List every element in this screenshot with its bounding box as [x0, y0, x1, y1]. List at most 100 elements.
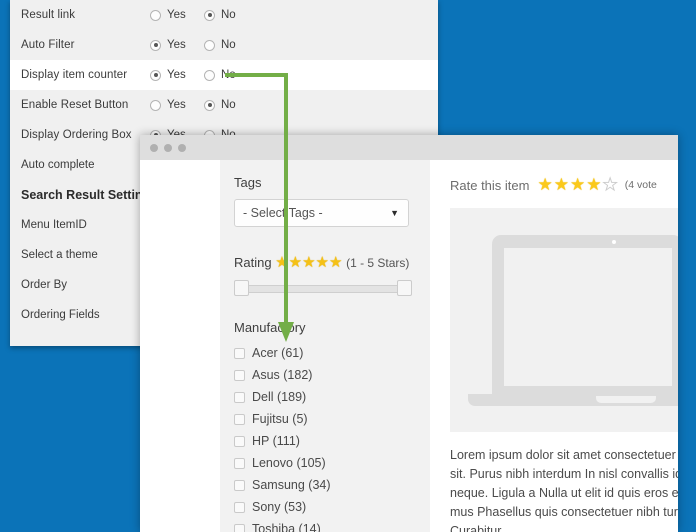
list-item-label: Samsung (34)	[252, 478, 331, 492]
star-empty-icon[interactable]: ★	[602, 175, 618, 195]
rating-label: Rating	[234, 255, 272, 270]
radio-option-yes[interactable]: Yes	[150, 99, 204, 111]
radio-group: Yes No	[150, 39, 258, 51]
list-item-label: Acer (61)	[252, 346, 304, 360]
laptop-camera-icon	[612, 240, 616, 244]
rating-range-slider[interactable]	[234, 280, 412, 296]
star-filled-icon[interactable]: ★	[586, 175, 602, 194]
tags-heading: Tags	[234, 175, 262, 190]
slider-handle-min[interactable]	[234, 280, 249, 296]
list-item[interactable]: Dell (189)	[234, 386, 430, 408]
checkbox-icon[interactable]	[234, 413, 245, 425]
list-item[interactable]: Acer (61)	[234, 342, 430, 364]
manufacturer-checkbox-list: Acer (61) Asus (182) Dell (189) Fujitsu …	[234, 342, 430, 532]
product-detail-content: Rate this item ★★★★★ (4 vote Lorem ipsum…	[430, 160, 678, 532]
rating-stars-widget[interactable]: ★★★★★	[537, 175, 618, 195]
laptop-notch-shape	[596, 396, 656, 403]
checkbox-icon[interactable]	[234, 479, 245, 491]
radio-icon-no[interactable]	[204, 9, 215, 21]
radio-icon-yes[interactable]	[150, 69, 161, 81]
product-description-text: Lorem ipsum dolor sit amet consectetuer …	[450, 448, 678, 532]
setting-row[interactable]: Auto Filter Yes No	[10, 30, 438, 60]
checkbox-icon[interactable]	[234, 523, 245, 532]
list-item[interactable]: Lenovo (105)	[234, 452, 430, 474]
list-item[interactable]: Fujitsu (5)	[234, 408, 430, 430]
radio-label-yes: Yes	[167, 39, 186, 51]
rate-this-item-label: Rate this item	[450, 177, 530, 193]
tags-select[interactable]: - Select Tags - ▼	[234, 199, 409, 227]
product-image-placeholder	[450, 208, 678, 432]
rating-range-note: (1 - 5 Stars)	[346, 256, 410, 270]
checkbox-icon[interactable]	[234, 435, 245, 447]
browser-content-area: Tags - Select Tags - ▼ Rating ★★★★★ (1 -…	[140, 160, 678, 532]
radio-label-no: No	[221, 39, 236, 51]
vote-count-label: (4 vote	[624, 179, 657, 191]
list-item-label: Fujitsu (5)	[252, 412, 308, 426]
radio-option-no[interactable]: No	[204, 69, 258, 81]
browser-titlebar[interactable]	[140, 135, 678, 160]
setting-label: Result link	[21, 9, 76, 21]
list-item-label: Asus (182)	[252, 368, 313, 382]
radio-icon-no[interactable]	[204, 69, 215, 81]
checkbox-icon[interactable]	[234, 347, 245, 359]
radio-label-no: No	[221, 99, 236, 111]
radio-option-yes[interactable]: Yes	[150, 69, 204, 81]
manufactory-heading: Manufactory	[234, 320, 306, 335]
setting-label: Display item counter	[21, 69, 128, 81]
star-icon-group[interactable]: ★★★★★	[275, 254, 342, 271]
list-item[interactable]: Toshiba (14)	[234, 518, 430, 532]
slider-track[interactable]	[234, 285, 412, 293]
radio-option-no[interactable]: No	[204, 39, 258, 51]
search-filter-sidebar: Tags - Select Tags - ▼ Rating ★★★★★ (1 -…	[220, 160, 430, 532]
list-item-label: Lenovo (105)	[252, 456, 326, 470]
left-gutter	[140, 160, 220, 532]
radio-option-yes[interactable]: Yes	[150, 9, 204, 21]
radio-group: Yes No	[150, 69, 258, 81]
radio-label-yes: Yes	[167, 9, 186, 21]
star-filled-icon[interactable]: ★	[570, 175, 586, 194]
slider-handle-max[interactable]	[397, 280, 412, 296]
checkbox-icon[interactable]	[234, 369, 245, 381]
radio-label-no: No	[221, 9, 236, 21]
window-maximize-icon[interactable]	[178, 143, 186, 152]
list-item[interactable]: Samsung (34)	[234, 474, 430, 496]
radio-group: Yes No	[150, 9, 258, 21]
radio-icon-no[interactable]	[204, 39, 215, 51]
tags-selected-value: - Select Tags -	[243, 206, 323, 220]
setting-label: Enable Reset Button	[21, 99, 129, 111]
radio-icon-yes[interactable]	[150, 99, 161, 111]
radio-label-no: No	[221, 69, 236, 81]
window-close-icon[interactable]	[150, 143, 158, 152]
radio-icon-no[interactable]	[204, 99, 215, 111]
checkbox-icon[interactable]	[234, 457, 245, 469]
list-item[interactable]: HP (111)	[234, 430, 430, 452]
browser-window: Tags - Select Tags - ▼ Rating ★★★★★ (1 -…	[140, 135, 678, 532]
radio-option-no[interactable]: No	[204, 99, 258, 111]
rating-filter-label: Rating ★★★★★ (1 - 5 Stars)	[234, 254, 414, 272]
list-item[interactable]: Sony (53)	[234, 496, 430, 518]
checkbox-icon[interactable]	[234, 501, 245, 513]
radio-icon-yes[interactable]	[150, 9, 161, 21]
star-filled-icon[interactable]: ★	[537, 175, 553, 194]
radio-label-yes: Yes	[167, 99, 186, 111]
laptop-screen-shape	[504, 248, 672, 386]
setting-label: Display Ordering Box	[21, 129, 132, 141]
radio-option-no[interactable]: No	[204, 9, 258, 21]
setting-label: Auto Filter	[21, 39, 75, 51]
radio-option-yes[interactable]: Yes	[150, 39, 204, 51]
setting-row[interactable]: Enable Reset Button Yes No	[10, 90, 438, 120]
chevron-down-icon[interactable]: ▼	[390, 208, 399, 218]
window-minimize-icon[interactable]	[164, 143, 172, 152]
list-item-label: Toshiba (14)	[252, 522, 321, 532]
radio-icon-yes[interactable]	[150, 39, 161, 51]
list-item[interactable]: Asus (182)	[234, 364, 430, 386]
checkbox-icon[interactable]	[234, 391, 245, 403]
settings-rows-group: Result link Yes No Auto Filter Yes No Di…	[10, 0, 438, 150]
rate-this-item-row: Rate this item ★★★★★ (4 vote	[450, 175, 678, 195]
radio-label-yes: Yes	[167, 69, 186, 81]
setting-row[interactable]: Result link Yes No	[10, 0, 438, 30]
star-filled-icon[interactable]: ★	[554, 175, 570, 194]
radio-group: Yes No	[150, 99, 258, 111]
list-item-label: HP (111)	[252, 434, 300, 448]
setting-row-display-item-counter[interactable]: Display item counter Yes No	[10, 60, 438, 90]
